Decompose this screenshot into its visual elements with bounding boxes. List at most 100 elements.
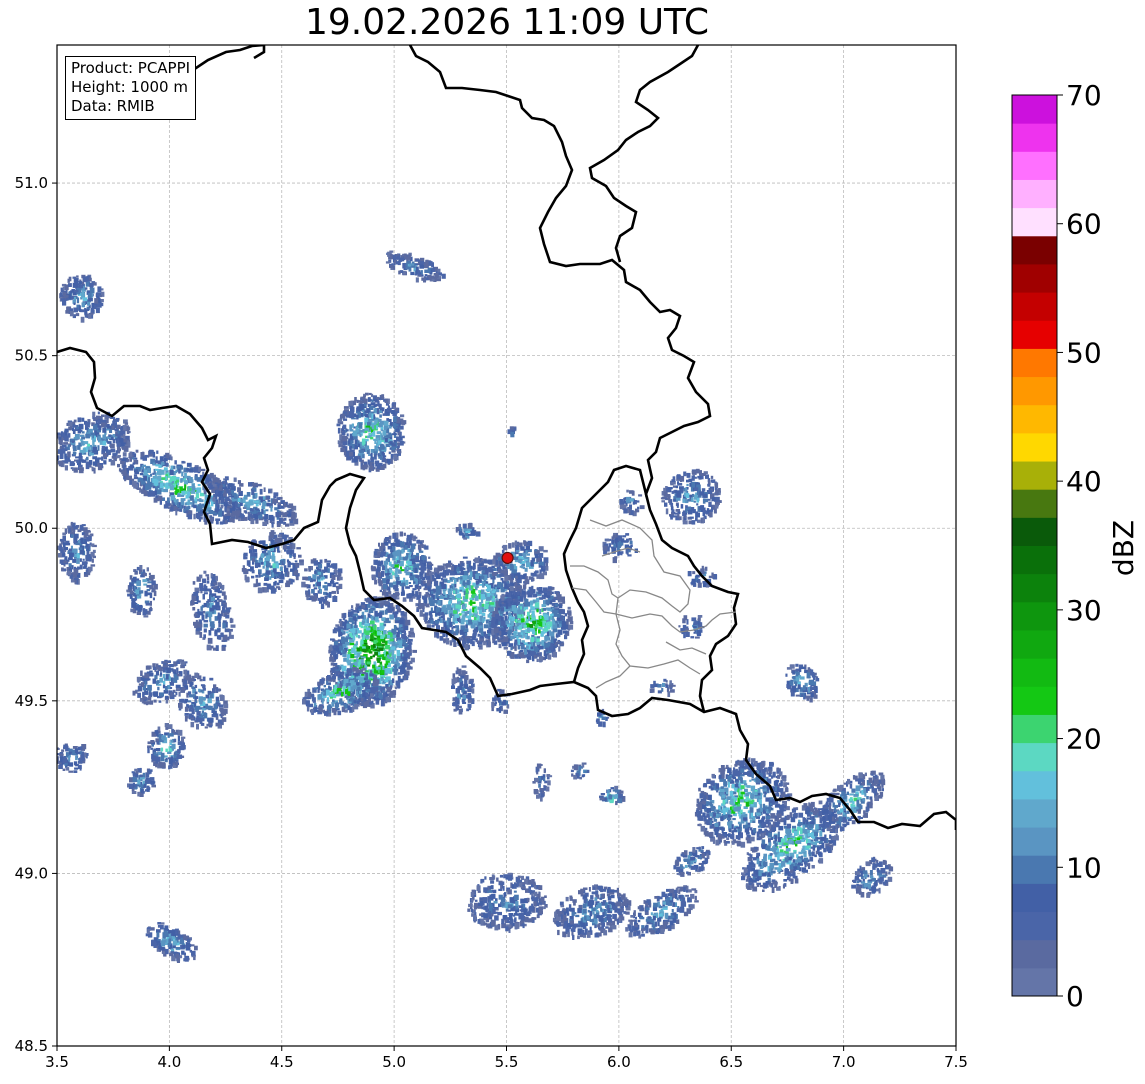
echo-cell bbox=[268, 514, 274, 520]
echo-cell bbox=[341, 436, 345, 441]
echo-cell bbox=[202, 578, 207, 584]
echo-cell bbox=[424, 612, 429, 616]
echo-cell bbox=[357, 635, 360, 638]
echo-cell bbox=[81, 281, 85, 285]
echo-cell bbox=[380, 551, 386, 557]
echo-cell bbox=[192, 581, 196, 585]
echo-cell bbox=[377, 631, 382, 634]
echo-cell bbox=[270, 505, 273, 512]
echo-cell bbox=[189, 468, 194, 473]
echo-cell bbox=[275, 586, 280, 589]
echo-cell bbox=[352, 443, 355, 449]
echo-cell bbox=[468, 619, 473, 625]
echo-cell bbox=[343, 612, 347, 618]
echo-cell bbox=[463, 606, 467, 610]
echo-cell bbox=[97, 297, 101, 303]
echo-cell bbox=[197, 504, 203, 511]
echo-cell bbox=[210, 582, 213, 587]
echo-cell bbox=[206, 482, 209, 486]
echo-cell bbox=[331, 590, 337, 594]
echo-cell bbox=[62, 286, 65, 291]
echo-cell bbox=[68, 426, 72, 431]
echo-cell bbox=[480, 575, 485, 580]
echo-cell bbox=[225, 607, 230, 613]
echo-cell bbox=[194, 625, 199, 629]
echo-cell bbox=[189, 488, 192, 491]
echo-cell bbox=[402, 649, 407, 655]
echo-cell bbox=[215, 518, 221, 521]
echo-cell bbox=[373, 555, 378, 558]
echo-cell bbox=[427, 267, 431, 273]
echo-cell bbox=[488, 606, 494, 612]
echo-cell bbox=[355, 641, 358, 646]
echo-cell bbox=[415, 277, 419, 283]
echo-cell bbox=[388, 433, 393, 438]
echo-cell bbox=[218, 618, 221, 623]
echo-cell bbox=[114, 428, 119, 432]
echo-cell bbox=[401, 633, 406, 639]
echo-cell bbox=[400, 414, 405, 418]
echo-cell bbox=[412, 649, 417, 653]
echo-cell bbox=[376, 642, 382, 646]
echo-cell bbox=[378, 456, 382, 459]
echo-cell bbox=[208, 630, 212, 636]
echo-cell bbox=[408, 593, 413, 598]
echo-cell bbox=[179, 505, 183, 509]
echo-cell bbox=[388, 649, 391, 654]
echo-cell bbox=[203, 619, 209, 623]
echo-cell bbox=[155, 464, 161, 467]
echo-cell bbox=[88, 277, 92, 281]
echo-cell bbox=[139, 565, 143, 570]
echo-cell bbox=[156, 450, 159, 454]
echo-cell bbox=[392, 581, 396, 585]
echo-cell bbox=[410, 657, 415, 663]
echo-cell bbox=[394, 564, 399, 568]
echo-cell bbox=[58, 553, 62, 558]
echo-cell bbox=[382, 430, 387, 436]
echo-cell bbox=[165, 462, 168, 467]
echo-cell bbox=[349, 642, 355, 646]
echo-cell bbox=[280, 573, 285, 579]
echo-cell bbox=[77, 429, 81, 434]
echo-cell bbox=[85, 421, 90, 428]
echo-cell bbox=[129, 451, 133, 457]
echo-cell bbox=[312, 574, 317, 580]
echo-cell bbox=[131, 580, 134, 583]
echo-cell bbox=[370, 566, 376, 570]
echo-cell bbox=[402, 435, 405, 439]
echo-cell bbox=[420, 567, 425, 574]
echo-cell bbox=[358, 605, 362, 609]
echo-cell bbox=[166, 454, 170, 459]
echo-cell bbox=[359, 702, 363, 705]
echo-cell bbox=[145, 602, 151, 606]
echo-cell bbox=[326, 689, 329, 695]
echo-cell bbox=[251, 569, 255, 574]
echo-cell bbox=[380, 700, 384, 707]
echo-cell bbox=[379, 444, 385, 450]
echo-cell bbox=[78, 281, 83, 285]
echo-cell bbox=[376, 612, 382, 617]
echo-cell bbox=[150, 473, 153, 477]
echo-cell bbox=[192, 486, 196, 491]
echo-cell bbox=[86, 529, 91, 533]
echo-cell bbox=[87, 292, 92, 299]
echo-cell bbox=[381, 670, 385, 674]
echo-cell bbox=[66, 297, 69, 301]
echo-cell bbox=[378, 542, 381, 547]
echo-cell bbox=[240, 502, 243, 506]
echo-cell bbox=[253, 500, 259, 503]
echo-cell bbox=[478, 641, 483, 645]
echo-cell bbox=[323, 684, 326, 688]
echo-cell bbox=[462, 600, 465, 603]
echo-cell bbox=[202, 594, 205, 600]
echo-cell bbox=[491, 590, 496, 594]
echo-cell bbox=[76, 459, 80, 464]
echo-cell bbox=[209, 590, 212, 596]
echo-cell bbox=[79, 285, 84, 289]
echo-cell bbox=[478, 556, 480, 559]
echo-cell bbox=[351, 706, 355, 712]
echo-cell bbox=[222, 606, 225, 613]
echo-cell bbox=[260, 561, 264, 565]
echo-cell bbox=[88, 298, 93, 302]
echo-cell bbox=[122, 466, 125, 471]
